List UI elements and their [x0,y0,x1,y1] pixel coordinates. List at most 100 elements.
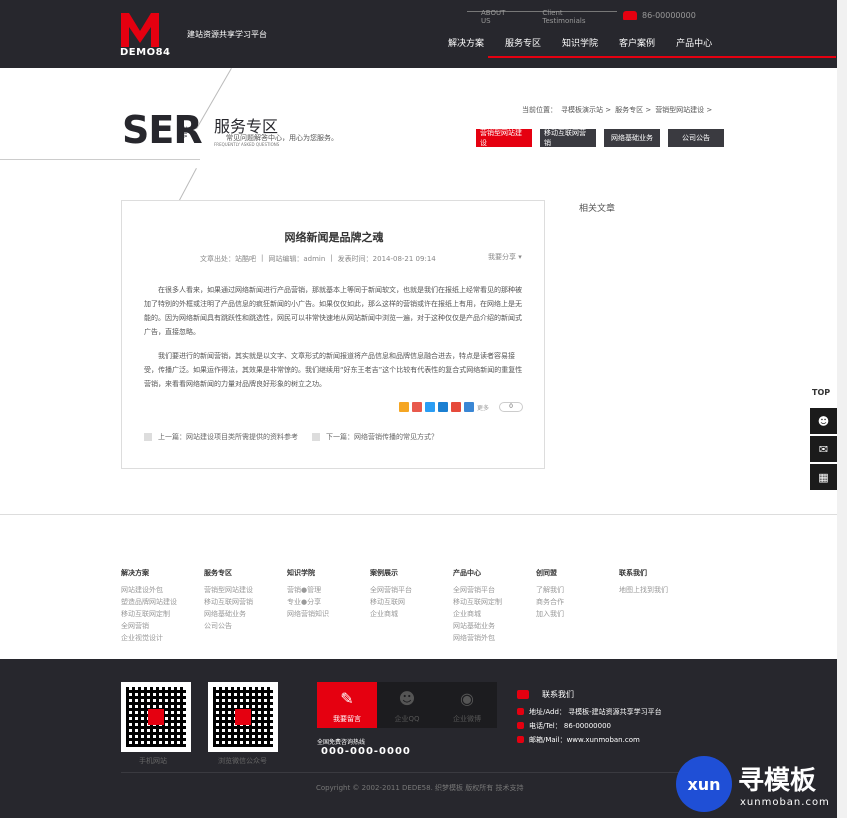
about-us-link[interactable]: ABOUT US [481,9,514,25]
footer-link[interactable]: 了解我们 [536,584,619,596]
section-logo-vert: VICE [182,126,189,138]
next-article-link[interactable]: 下一篇：网络营销传播的常见方式？ [326,432,438,442]
article-meta: 文章出处：站酷吧 | 网站编辑：admin | 发表时间：2014-08-21 … [200,254,441,264]
footer-link[interactable]: 企业商城 [370,608,453,620]
footer-link[interactable]: 营销●管理 [287,584,370,596]
people-icon [517,690,529,699]
contact-tel: 电话/Tel： 86-00000000 [529,722,611,730]
site-header: DEMO84 建站资源共享学习平台 ABOUT US Client Testim… [0,0,847,68]
renren-icon[interactable] [438,402,448,412]
decor-line [0,159,200,160]
footer-link[interactable]: 企业视觉设计 [121,632,204,644]
phone-icon [517,722,524,729]
footer-link[interactable]: 移动互联网 [370,596,453,608]
footer-link[interactable]: 全网营销平台 [370,584,453,596]
footer-column-heading[interactable]: 服务专区 [204,568,287,578]
qrcode-float-button[interactable]: ▦ [810,464,837,490]
footer-link[interactable]: 移动互联网定制 [121,608,204,620]
prev-article[interactable]: 上一篇：网站建设项目类所需提供的资料参考 [144,432,298,442]
footer-link[interactable]: 全网营销平台 [453,584,536,596]
footer-column-heading[interactable]: 产品中心 [453,568,536,578]
leave-message-button[interactable]: ✎ 我要留言 [317,682,377,728]
footer-link[interactable]: 网络营销知识 [287,608,370,620]
footer-column: 联系我们地图上找到我们 [619,568,702,644]
breadcrumb-marketing[interactable]: 营销型网站建设 > [655,105,712,115]
footer-link[interactable]: 网站基础业务 [453,620,536,632]
footer-link[interactable]: 商务合作 [536,596,619,608]
qq-float-button[interactable]: ☻ [810,408,837,434]
prev-next-nav: 上一篇：网站建设项目类所需提供的资料参考 下一篇：网络营销传播的常见方式？ [144,432,452,442]
tab-mobile-marketing[interactable]: 移动互联网营销 [540,129,596,147]
footer-links: 解决方案 网站建设外包 塑造品牌网站建设 移动互联网定制 全网营销 企业视觉设计 服务专区营… [121,568,702,644]
footer-link[interactable]: 网络营销外包 [453,632,536,644]
enterprise-qq-button[interactable]: ☻ 企业QQ [377,682,437,728]
footer-link[interactable]: 移动互联网定制 [453,596,536,608]
qrcode-mobile-label: 手机网站 [139,757,167,765]
testimonials-link[interactable]: Client Testimonials [542,9,603,25]
next-article[interactable]: 下一篇：网络营销传播的常见方式？ [312,432,438,442]
weibo-share-icon[interactable] [412,402,422,412]
scrollbar[interactable] [837,0,847,818]
back-to-top[interactable]: TOP [812,388,830,397]
breadcrumb-home[interactable]: 寻模板演示站 > [561,105,611,115]
prev-arrow-icon [144,433,152,441]
tab-announcement[interactable]: 公司公告 [668,129,724,147]
hotline-number: 000-000-0000 [321,746,411,757]
enterprise-weibo-label: 企业微博 [453,715,481,723]
footer-column: 解决方案网站建设外包 塑造品牌网站建设 移动互联网定制 全网营销 企业视觉设计 [121,568,204,644]
footer-column: 案例展示全网营销平台 移动互联网 企业商城 [370,568,453,644]
contact-title: 联系我们 [542,690,574,699]
footer-link[interactable]: 公司公告 [204,620,287,632]
tweibo-icon[interactable] [425,402,435,412]
contact-address: 地址/Add： 寻模板-建站资源共享学习平台 [529,708,662,716]
mail-icon [517,736,524,743]
prev-article-link[interactable]: 上一篇：网站建设项目类所需提供的资料参考 [158,432,298,442]
footer-column-heading[interactable]: 知识学院 [287,568,370,578]
leave-message-label: 我要留言 [333,715,361,723]
enterprise-weibo-button[interactable]: ◉ 企业微博 [437,682,497,728]
logo-text[interactable]: DEMO84 [120,47,171,58]
tab-marketing-site[interactable]: 营销型网站建设 [476,129,532,147]
watermark-url: xunmoban.com [740,797,830,808]
qrcode-mobile-site [121,682,191,752]
share-dropdown[interactable]: 我要分享 ▾ [488,252,522,262]
chat-float-button[interactable]: ✉ [810,436,837,462]
chat-icon: ✉ [818,442,829,456]
category-tabs: 营销型网站建设 移动互联网营销 网络基础业务 公司公告 [476,129,732,147]
nav-cases[interactable]: 客户案例 [619,36,655,49]
footer-link[interactable]: 网络基础业务 [204,608,287,620]
footer-column-heading[interactable]: 解决方案 [121,568,204,578]
phone-icon [623,11,637,20]
footer-link[interactable]: 加入我们 [536,608,619,620]
nav-solutions[interactable]: 解决方案 [448,36,484,49]
nav-knowledge[interactable]: 知识学院 [562,36,598,49]
footer-column-heading[interactable]: 案例展示 [370,568,453,578]
footer-link[interactable]: 网站建设外包 [121,584,204,596]
footer-link[interactable]: 专业●分享 [287,596,370,608]
nav-underline [488,56,836,58]
share-more-link[interactable]: 更多 [477,403,489,412]
main-nav: 解决方案 服务专区 知识学院 客户案例 产品中心 [448,36,733,49]
article-paragraph: 在很多人看来，如果通过网络新闻进行产品营销，那就基本上等同于新闻软文，也就是我们… [144,286,522,336]
footer-link[interactable]: 地图上找到我们 [619,584,702,596]
footer-link[interactable]: 全网营销 [121,620,204,632]
kaixin-icon[interactable] [451,402,461,412]
top-links: ABOUT US Client Testimonials [467,9,617,25]
qzone-icon[interactable] [399,402,409,412]
more-share-icon[interactable] [464,402,474,412]
logo-m-icon[interactable] [121,13,159,47]
tab-network-basic[interactable]: 网络基础业务 [604,129,660,147]
footer-column-heading[interactable]: 创同盟 [536,568,619,578]
qrcode-wechat-label: 浏览微信公众号 [218,757,267,765]
footer-link[interactable]: 移动互联网营销 [204,596,287,608]
nav-service[interactable]: 服务专区 [505,36,541,49]
watermark-logo: xun [676,756,732,812]
qq-icon: ☻ [817,414,830,428]
footer-link[interactable]: 企业商城 [453,608,536,620]
footer-link[interactable]: 营销型网站建设 [204,584,287,596]
breadcrumb-service[interactable]: 服务专区 > [615,105,651,115]
footer-link[interactable]: 塑造品牌网站建设 [121,596,204,608]
enterprise-qq-label: 企业QQ [394,715,420,723]
footer-column-heading[interactable]: 联系我们 [619,568,702,578]
nav-products[interactable]: 产品中心 [676,36,712,49]
